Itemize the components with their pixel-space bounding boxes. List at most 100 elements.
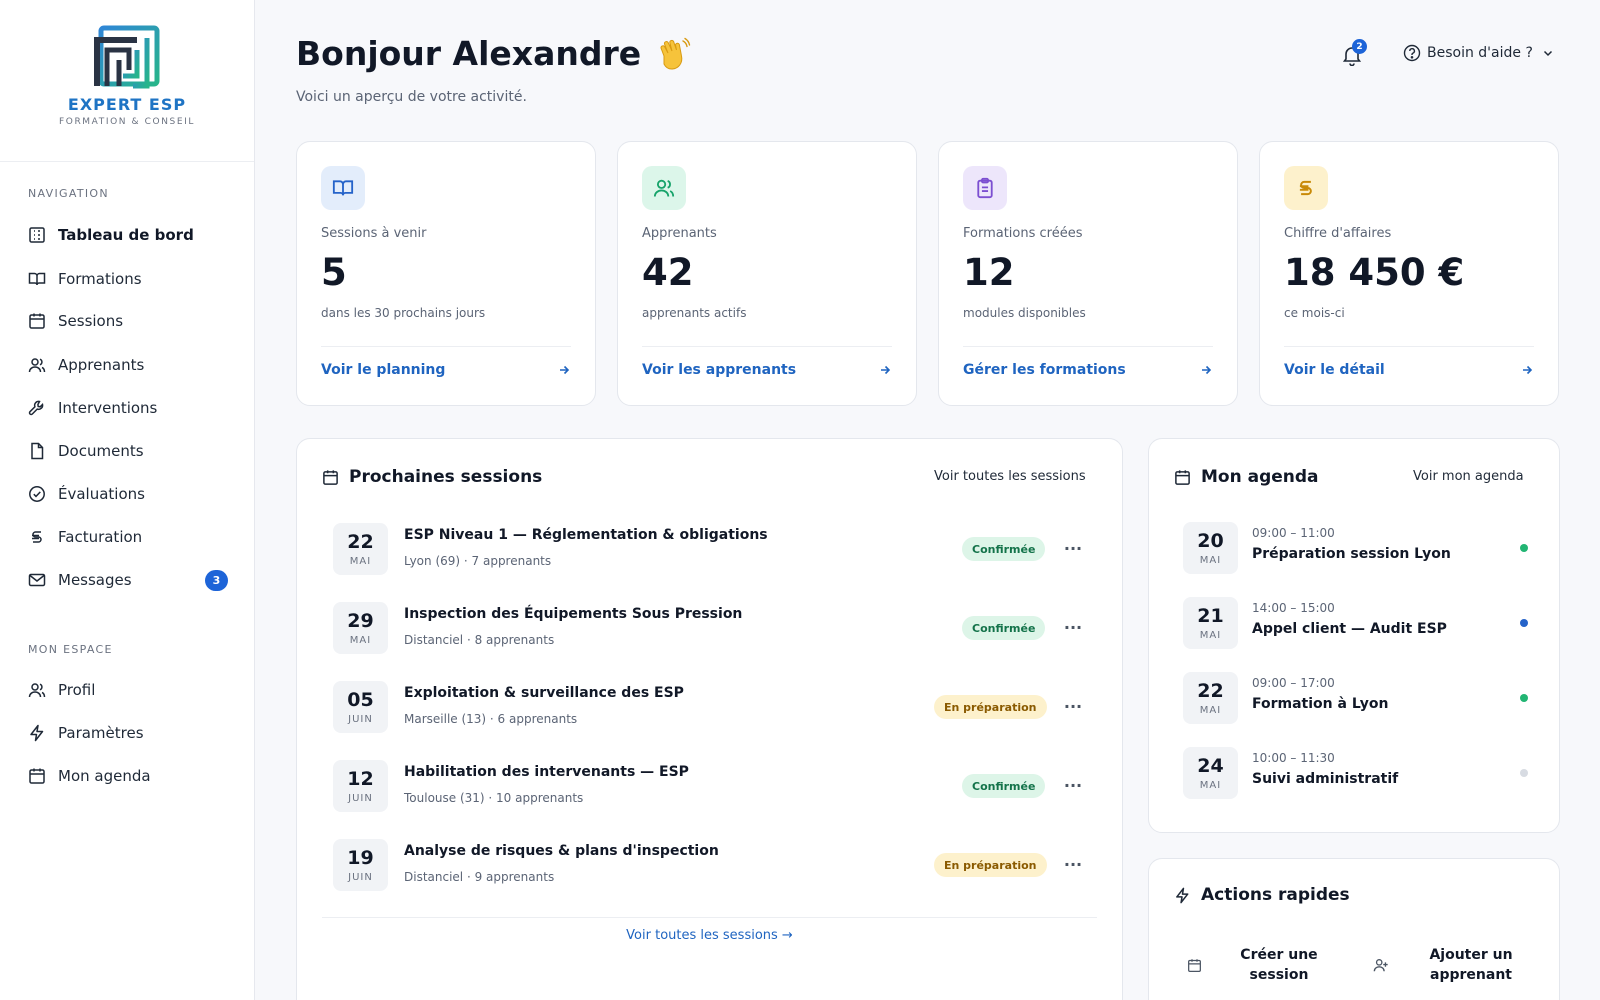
- sidebar-item-mon-agenda[interactable]: Mon agenda: [28, 761, 228, 791]
- kpi-subtext: apprenants actifs: [642, 306, 747, 320]
- sidebar-item-label: Mon agenda: [58, 767, 151, 785]
- status-badge: Confirmée: [962, 537, 1046, 561]
- check-circle-icon: [28, 485, 46, 503]
- session-row[interactable]: 19 JUIN Analyse de risques & plans d'insp…: [333, 839, 1083, 895]
- document-icon: [28, 442, 46, 460]
- manage-formations-link[interactable]: Gérer les formations: [963, 346, 1213, 378]
- agenda-item[interactable]: 20 MAI 09:00 – 11:00 Préparation session …: [1183, 522, 1533, 576]
- sidebar-item-apprenants[interactable]: Apprenants: [28, 350, 228, 380]
- date-day: 22: [1197, 679, 1224, 702]
- more-options-button[interactable]: ···: [1062, 537, 1084, 559]
- session-meta: Distanciel · 9 apprenants: [404, 870, 555, 884]
- users-icon: [653, 179, 675, 197]
- sidebar-item-facturation[interactable]: Facturation: [28, 522, 228, 552]
- arrow-right-icon: [560, 365, 570, 375]
- date-box: 24 MAI: [1183, 747, 1238, 799]
- date-month: JUIN: [348, 713, 373, 725]
- view-detail-link[interactable]: Voir le détail: [1284, 346, 1534, 378]
- view-learners-link[interactable]: Voir les apprenants: [642, 346, 892, 378]
- wrench-icon: [28, 399, 46, 417]
- calendar-icon: [323, 469, 338, 485]
- kpi-label: Chiffre d'affaires: [1284, 226, 1392, 241]
- sidebar-item-label: Facturation: [58, 528, 143, 546]
- view-all-sessions-link[interactable]: Voir toutes les sessions: [934, 469, 1086, 484]
- sessions-panel: Prochaines sessions Voir toutes les sess…: [296, 438, 1123, 1000]
- kpi-subtext: ce mois-ci: [1284, 306, 1345, 320]
- space-section-label: MON ESPACE: [28, 643, 113, 656]
- quick-actions-title: Actions rapides: [1174, 885, 1350, 905]
- kpi-value: 18 450 €: [1284, 251, 1465, 294]
- quick-actions-panel: Actions rapides Créer une session Ajoute…: [1148, 858, 1560, 1000]
- view-planning-link[interactable]: Voir le planning: [321, 346, 571, 378]
- session-title: Analyse de risques & plans d'inspection: [404, 843, 719, 859]
- panel-title-text: Actions rapides: [1201, 885, 1350, 905]
- date-month: JUIN: [348, 792, 373, 804]
- sidebar-item-documents[interactable]: Documents: [28, 436, 228, 466]
- sidebar-item-formations[interactable]: Formations: [28, 264, 228, 294]
- session-row[interactable]: 12 JUIN Habilitation des intervenants — E…: [333, 760, 1083, 816]
- agenda-item[interactable]: 22 MAI 09:00 – 17:00 Formation à Lyon: [1183, 672, 1533, 726]
- session-row[interactable]: 05 JUIN Exploitation & surveillance des E…: [333, 681, 1083, 737]
- help-label: Besoin d'aide ?: [1427, 45, 1533, 61]
- sidebar-item-profil[interactable]: Profil: [28, 675, 228, 705]
- date-day: 20: [1197, 529, 1224, 552]
- help-circle-icon: [1403, 44, 1421, 62]
- sidebar-item-label: Interventions: [58, 399, 158, 417]
- session-row[interactable]: 22 MAI ESP Niveau 1 — Réglementation & ob…: [333, 523, 1083, 579]
- kpi-subtext: dans les 30 prochains jours: [321, 306, 486, 320]
- notifications-badge: 2: [1352, 39, 1367, 54]
- sidebar-item-sessions[interactable]: Sessions: [28, 306, 228, 336]
- more-options-button[interactable]: ···: [1062, 695, 1084, 717]
- dashboard-icon: [28, 226, 46, 244]
- view-all-sessions-footer-link[interactable]: Voir toutes les sessions →: [297, 928, 1122, 943]
- book-icon: [332, 180, 354, 196]
- sidebar-item-evaluations[interactable]: Évaluations: [28, 479, 228, 509]
- notifications-button[interactable]: 2: [1341, 39, 1367, 67]
- kpi-label: Apprenants: [642, 226, 717, 241]
- sidebar-item-parametres[interactable]: Paramètres: [28, 718, 228, 748]
- agenda-time: 14:00 – 15:00: [1252, 601, 1335, 615]
- date-box: 12 JUIN: [333, 760, 388, 812]
- date-month: MAI: [1199, 554, 1222, 566]
- messages-badge: 3: [205, 569, 228, 591]
- agenda-title: Préparation session Lyon: [1252, 546, 1451, 562]
- agenda-time: 09:00 – 17:00: [1252, 676, 1335, 690]
- date-box: 29 MAI: [333, 602, 388, 654]
- date-month: MAI: [1199, 629, 1222, 641]
- status-dot: [1520, 619, 1528, 627]
- date-day: 21: [1197, 604, 1224, 627]
- sidebar-item-dashboard[interactable]: Tableau de bord: [28, 220, 228, 250]
- currency-icon: [28, 528, 46, 546]
- clipboard-icon: [977, 177, 993, 199]
- add-learner-button[interactable]: Ajouter un apprenant: [1373, 945, 1531, 985]
- arrow-right-icon: [881, 365, 891, 375]
- kpi-label: Sessions à venir: [321, 226, 427, 241]
- help-menu-button[interactable]: Besoin d'aide ?: [1403, 44, 1561, 62]
- date-box: 22 MAI: [1183, 672, 1238, 724]
- more-options-button[interactable]: ···: [1062, 616, 1084, 638]
- create-session-button[interactable]: Créer une session: [1187, 945, 1334, 985]
- kpi-link-label: Gérer les formations: [963, 362, 1126, 378]
- kpi-icon-bg: [963, 166, 1007, 210]
- more-options-button[interactable]: ···: [1062, 853, 1084, 875]
- sidebar-item-interventions[interactable]: Interventions: [28, 393, 228, 423]
- brand-name: EXPERT ESP: [67, 95, 187, 114]
- kpi-icon-bg: [1284, 166, 1328, 210]
- view-my-agenda-link[interactable]: Voir mon agenda: [1413, 469, 1524, 484]
- more-options-button[interactable]: ···: [1062, 774, 1084, 796]
- brand: EXPERT ESP FORMATION & CONSEIL: [0, 0, 254, 162]
- date-day: 12: [347, 767, 374, 790]
- agenda-item[interactable]: 21 MAI 14:00 – 15:00 Appel client — Audit…: [1183, 597, 1533, 651]
- session-meta: Marseille (13) · 6 apprenants: [404, 712, 578, 726]
- date-box: 21 MAI: [1183, 597, 1238, 649]
- kpi-value: 42: [642, 251, 694, 294]
- create-session-label: Créer une session: [1240, 947, 1318, 983]
- agenda-item[interactable]: 24 MAI 10:00 – 11:30 Suivi administratif: [1183, 747, 1533, 801]
- session-row[interactable]: 29 MAI Inspection des Équipements Sous Pr…: [333, 602, 1083, 658]
- sidebar-item-messages[interactable]: Messages 3: [28, 565, 228, 595]
- kpi-link-label: Voir le détail: [1284, 362, 1385, 378]
- agenda-time: 10:00 – 11:30: [1252, 751, 1335, 765]
- add-learner-label: Ajouter un apprenant: [1429, 947, 1513, 983]
- mail-icon: [28, 571, 46, 589]
- waving-hand-icon: [660, 37, 691, 70]
